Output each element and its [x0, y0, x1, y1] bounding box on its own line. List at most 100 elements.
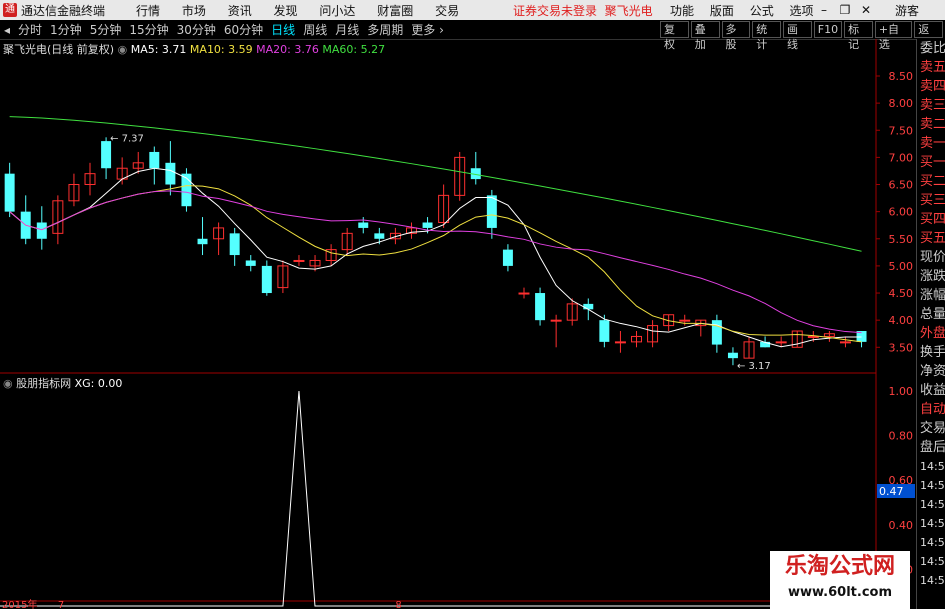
btn-fanhui[interactable]: 返回 [914, 21, 944, 51]
candle-body [535, 293, 546, 321]
side-item[interactable]: 自动 [917, 400, 945, 419]
settings-circle-icon[interactable]: ◉ [118, 43, 128, 56]
menu-gongneng[interactable]: 功能 [670, 4, 694, 18]
side-item[interactable]: 收益 [917, 381, 945, 400]
title-bar: 通 通达信金融终端 行情 市场 资讯 发现 问小达 财富圈 交易 证券交易未登录… [0, 0, 945, 20]
side-item[interactable]: 委比 [917, 39, 945, 58]
menu-banmian[interactable]: 版面 [710, 4, 734, 18]
side-item[interactable]: 涨跌 [917, 267, 945, 286]
period-30min[interactable]: 30分钟 [173, 21, 220, 38]
window-controls: – ❐ ✕ [818, 3, 872, 17]
side-item[interactable]: 盘后 [917, 438, 945, 457]
xg-line [0, 390, 876, 607]
candle-body [518, 292, 530, 295]
side-item[interactable]: 买一 [917, 153, 945, 172]
menu-wenxiaoda[interactable]: 问小达 [319, 4, 355, 18]
btn-tongji[interactable]: 统计 [752, 21, 781, 51]
y-tick-label: 4.00 [889, 314, 914, 327]
menu-faxian[interactable]: 发现 [274, 4, 298, 18]
kline-chart[interactable]: 3.50 4.00 4.50 5.00 5.50 6.00 6.50 7.00 7.50 8.00… [0, 39, 916, 609]
ma10-line [9, 185, 862, 343]
main-legend: 聚飞光电(日线 前复权) ◉ MA5: 3.71 MA10: 3.59 MA20… [3, 41, 385, 57]
side-item[interactable]: 卖四 [917, 77, 945, 96]
menu-caifuquan[interactable]: 财富圈 [377, 4, 413, 18]
sub-legend: ◉ 股朋指标网 XG: 0.00 [3, 375, 122, 391]
btn-zixuan[interactable]: +自选 [874, 21, 913, 51]
side-item[interactable]: 换手 [917, 343, 945, 362]
sub-tick-label: 0.80 [889, 430, 914, 443]
side-item[interactable]: 买四 [917, 210, 945, 229]
ma10-label: MA10: 3.59 [189, 43, 253, 56]
settings-circle-icon[interactable]: ◉ [3, 377, 13, 390]
tick-time: 14:56 [920, 555, 945, 568]
candle-body [502, 249, 513, 266]
btn-huaxian[interactable]: 画线 [783, 21, 812, 51]
candle-body [36, 222, 47, 239]
candle-body [101, 141, 112, 169]
btn-diejia[interactable]: 叠加 [690, 21, 720, 51]
period-fenshi[interactable]: 分时 [14, 21, 46, 38]
x-axis-label: 7 [58, 600, 64, 609]
period-5min[interactable]: 5分钟 [86, 21, 126, 38]
period-weekly[interactable]: 周线 [299, 21, 331, 38]
restore-icon[interactable]: ❐ [839, 3, 851, 17]
period-monthly[interactable]: 月线 [331, 21, 363, 38]
menu-gongshi[interactable]: 公式 [750, 4, 774, 18]
side-item[interactable]: 交易 [917, 419, 945, 438]
candle-body [807, 335, 819, 338]
y-tick-label: 8.00 [889, 97, 914, 110]
candle-body [149, 151, 160, 169]
side-item[interactable]: 现价 [917, 248, 945, 267]
indicator-title: 股朋指标网 [16, 377, 72, 390]
guest-label[interactable]: 游客 [895, 2, 919, 19]
toolbar-scroll-left-icon[interactable]: ◂ [0, 23, 14, 37]
period-daily[interactable]: 日线 [267, 21, 299, 38]
x-axis-label: 8 [395, 600, 401, 609]
btn-fuquan[interactable]: 复权 [660, 21, 689, 51]
ma5-label: MA5: 3.71 [130, 43, 187, 56]
site-watermark: 乐淘公式网 www.60lt.com [770, 551, 910, 609]
candle-body [599, 320, 610, 342]
quote-side-panel: 委比 卖五 卖四 卖三 卖二 卖一 买一 买二 买三 买四 买五 现价 涨跌 涨… [916, 39, 945, 609]
menu-xuanxiang[interactable]: 选项 [790, 4, 814, 18]
side-item[interactable]: 外盘 [917, 324, 945, 343]
side-item[interactable]: 卖一 [917, 134, 945, 153]
app-title: 通达信金融终端 [21, 3, 106, 18]
menu-jiaoyi[interactable]: 交易 [435, 4, 459, 18]
minimize-icon[interactable]: – [818, 3, 830, 17]
close-icon[interactable]: ✕ [860, 3, 872, 17]
watermark-title: 乐淘公式网 [784, 554, 895, 579]
side-item[interactable]: 买三 [917, 191, 945, 210]
side-item[interactable]: 卖五 [917, 58, 945, 77]
candle-body [422, 222, 433, 228]
period-multi[interactable]: 多周期 [363, 21, 407, 38]
side-item[interactable]: 买二 [917, 172, 945, 191]
btn-duogu[interactable]: 多股 [721, 21, 751, 51]
high-price-label: ← 7.37 [110, 133, 144, 144]
candle-body [711, 320, 722, 345]
side-item[interactable]: 总量 [917, 305, 945, 324]
side-item[interactable]: 净资 [917, 362, 945, 381]
menu-hangqing[interactable]: 行情 [136, 4, 160, 18]
side-item[interactable]: 卖三 [917, 96, 945, 115]
btn-biaoji[interactable]: 标记 [844, 21, 873, 51]
period-60min[interactable]: 60分钟 [220, 21, 267, 38]
side-item[interactable]: 涨幅 [917, 286, 945, 305]
period-15min[interactable]: 15分钟 [125, 21, 172, 38]
side-item[interactable]: 卖二 [917, 115, 945, 134]
login-warning[interactable]: 证券交易未登录 聚飞光电 [513, 2, 653, 19]
candle-body [293, 259, 305, 262]
side-item[interactable]: 买五 [917, 229, 945, 248]
y-tick-label: 3.50 [889, 341, 914, 354]
btn-f10[interactable]: F10 [813, 21, 843, 38]
period-more[interactable]: 更多 › [407, 21, 448, 38]
period-1min[interactable]: 1分钟 [46, 21, 86, 38]
y-tick-label: 8.50 [889, 70, 914, 83]
menu-shichang[interactable]: 市场 [182, 4, 206, 18]
y-tick-label: 4.50 [889, 287, 914, 300]
menu-zixun[interactable]: 资讯 [228, 4, 252, 18]
tick-time: 14:56 [920, 460, 945, 473]
candle-body [486, 195, 497, 228]
candle-body [245, 260, 256, 266]
y-tick-label: 6.00 [889, 206, 914, 219]
